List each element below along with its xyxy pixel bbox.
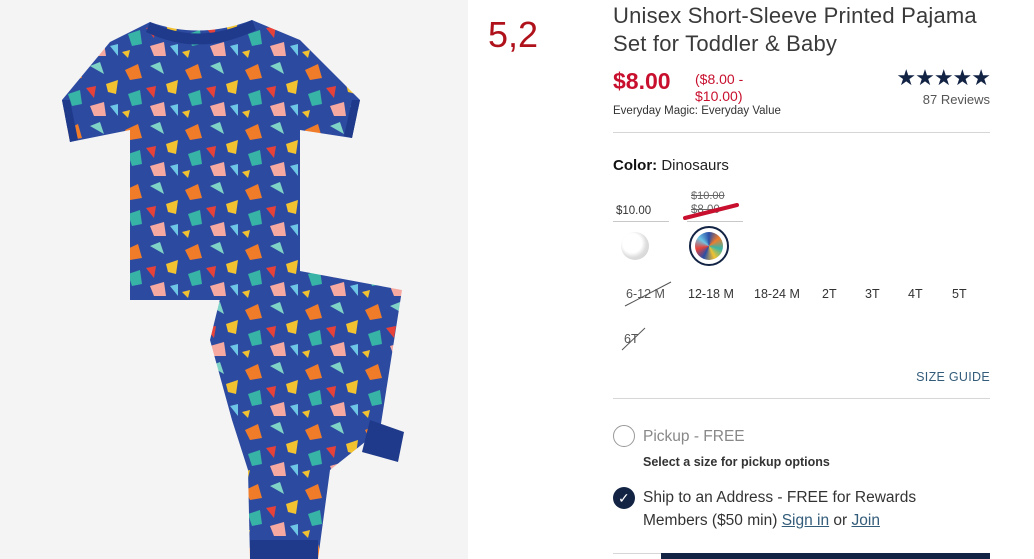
size-2t[interactable]: 2T <box>822 287 837 301</box>
product-image-panel <box>0 0 468 559</box>
size-3t[interactable]: 3T <box>865 287 880 301</box>
pickup-radio[interactable] <box>613 425 635 447</box>
swatch-price: $10.00 <box>616 205 652 217</box>
swatch-divider <box>613 221 669 222</box>
product-title: Unisex Short-Sleeve Printed Pajama Set f… <box>613 3 977 56</box>
annotation-label: 5,2 <box>488 14 539 55</box>
or-text: or <box>833 512 848 529</box>
ship-label: Ship to an Address - FREE for Rewards <box>643 489 917 506</box>
divider <box>613 398 990 399</box>
ship-min-text: Members ($50 min) <box>643 512 778 529</box>
reviews-link[interactable]: 87 Reviews <box>923 92 990 107</box>
size-4t[interactable]: 4T <box>908 287 923 301</box>
size-guide-link[interactable]: SIZE GUIDE <box>916 370 990 384</box>
dinosaur-pattern-icon <box>695 232 723 260</box>
size-18-24m[interactable]: 18-24 M <box>754 287 800 301</box>
ship-radio[interactable]: ✓ <box>613 487 635 509</box>
pickup-note: Select a size for pickup options <box>643 455 830 469</box>
divider <box>613 132 990 133</box>
color-value: Dinosaurs <box>661 157 729 174</box>
pickup-label: Pickup - FREE <box>643 428 745 445</box>
size-5t[interactable]: 5T <box>952 287 967 301</box>
swatch-divider <box>687 221 743 222</box>
rating-stars-icon[interactable]: ★★★★★ <box>896 66 991 90</box>
strike-mark-icon <box>683 203 739 220</box>
color-selection: Color: Dinosaurs <box>613 157 729 174</box>
price-range-end: $10.00) <box>695 88 743 104</box>
unavailable-slash-icon <box>621 327 646 351</box>
unavailable-slash-icon <box>624 281 672 307</box>
color-swatch-dinosaurs[interactable] <box>689 226 729 266</box>
add-to-bag-button-top[interactable] <box>661 553 990 559</box>
price-range-start: ($8.00 - <box>695 71 744 87</box>
product-photo[interactable] <box>0 0 468 559</box>
color-label: Color: <box>613 157 658 174</box>
color-swatch-alt[interactable] <box>621 232 649 260</box>
join-link[interactable]: Join <box>852 512 880 529</box>
ship-label-continued: Members ($50 min) Sign in or Join <box>643 512 880 530</box>
size-12-18m[interactable]: 12-18 M <box>688 287 734 301</box>
sign-in-link[interactable]: Sign in <box>782 512 829 529</box>
divider <box>613 553 661 554</box>
checkmark-icon: ✓ <box>618 490 630 506</box>
sale-price: $8.00 <box>613 68 671 94</box>
price-tagline: Everyday Magic: Everyday Value <box>613 105 781 117</box>
